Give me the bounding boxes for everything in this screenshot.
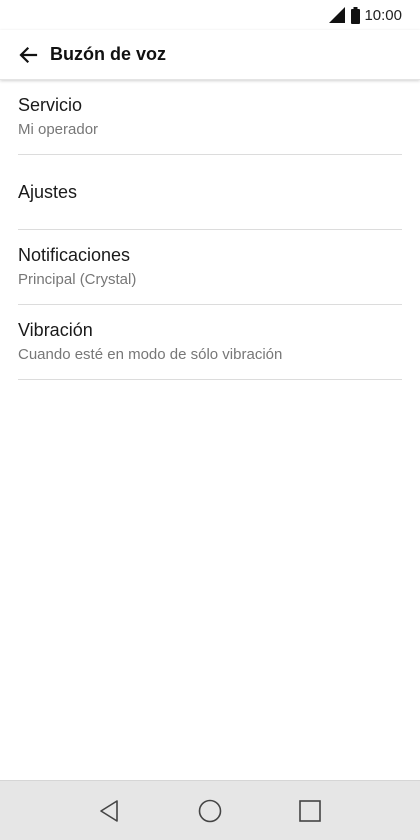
back-button[interactable] bbox=[0, 30, 52, 80]
recents-square-icon bbox=[299, 799, 321, 822]
page-title: Buzón de voz bbox=[50, 44, 166, 64]
item-subtitle: Cuando esté en modo de sólo vibración bbox=[18, 346, 283, 363]
item-subtitle: Mi operador bbox=[18, 121, 99, 138]
settings-item-ajustes[interactable]: Ajustes bbox=[18, 155, 402, 230]
item-title: Ajustes bbox=[18, 182, 78, 202]
app-bar: Buzón de voz bbox=[0, 30, 420, 80]
arrow-left-icon bbox=[19, 46, 38, 63]
settings-list: Servicio Mi operador Ajustes Notificacio… bbox=[0, 80, 420, 380]
navigation-bar bbox=[0, 780, 420, 840]
settings-item-servicio[interactable]: Servicio Mi operador bbox=[18, 80, 402, 155]
item-title: Servicio bbox=[18, 95, 83, 115]
settings-item-vibracion[interactable]: Vibración Cuando esté en modo de sólo vi… bbox=[18, 305, 402, 380]
nav-recents-button[interactable] bbox=[288, 789, 332, 833]
settings-item-notificaciones[interactable]: Notificaciones Principal (Crystal) bbox=[18, 230, 402, 305]
item-title: Vibración bbox=[18, 320, 93, 340]
nav-back-button[interactable] bbox=[88, 789, 132, 833]
status-bar: 10:00 bbox=[0, 0, 420, 30]
battery-icon bbox=[351, 6, 361, 24]
item-subtitle: Principal (Crystal) bbox=[18, 271, 137, 288]
signal-icon bbox=[329, 7, 346, 23]
status-time: 10:00 bbox=[364, 6, 402, 24]
item-title: Notificaciones bbox=[18, 245, 131, 265]
home-circle-icon bbox=[198, 799, 222, 822]
nav-home-button[interactable] bbox=[188, 789, 232, 833]
back-triangle-icon bbox=[100, 799, 118, 822]
